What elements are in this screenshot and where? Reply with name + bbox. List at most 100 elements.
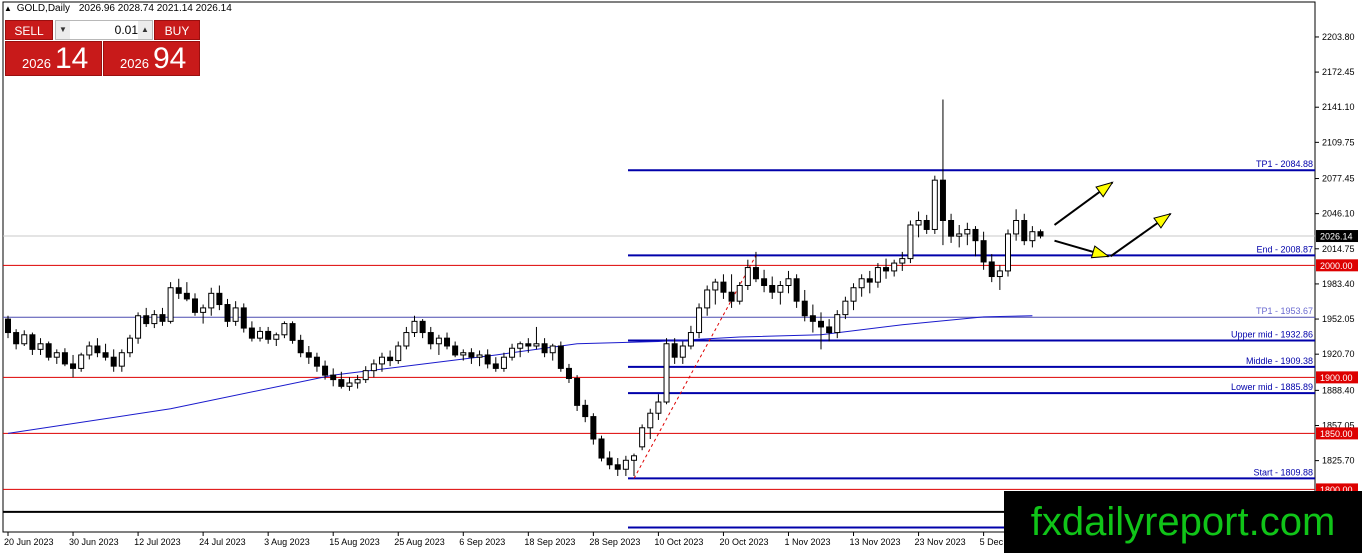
candle-body	[557, 345, 564, 369]
one-click-trading-panel: SELL ▼ ▲ BUY 2026 14 2026 94	[5, 20, 200, 76]
y-tick-label: 1952.05	[1322, 314, 1355, 324]
candle-body	[1037, 231, 1044, 237]
candle-body	[809, 315, 816, 322]
candle-body	[818, 320, 824, 328]
candle-body	[647, 412, 654, 429]
candle-body	[574, 377, 581, 406]
ma-line	[7, 315, 1033, 434]
moving-average	[7, 315, 1033, 434]
candle-body	[183, 292, 190, 300]
candle-body	[744, 267, 751, 286]
candle-body	[468, 352, 475, 358]
candle-body	[484, 354, 491, 365]
candle-body	[13, 332, 20, 345]
time-axis: 20 Jun 2023 30 Jun 2023 12 Jul 2023 24 Jul …	[4, 532, 1026, 547]
candle-body	[411, 320, 418, 334]
buy-price-big: 94	[153, 42, 187, 75]
x-tick-label: 30 Jun 2023	[69, 537, 119, 547]
candle-body	[289, 323, 296, 341]
x-tick-label: 13 Nov 2023	[850, 537, 901, 547]
candle-body	[70, 363, 77, 369]
candle-body	[273, 334, 280, 340]
candle-body	[387, 356, 394, 362]
price-tag-label: 2000.00	[1320, 261, 1353, 271]
triangle-icon: ▲	[4, 4, 12, 13]
sell-price-button[interactable]: 2026 14	[5, 41, 102, 76]
level-label: Start - 1809.88	[1253, 467, 1313, 477]
candle-body	[923, 219, 930, 230]
candle-body	[842, 300, 849, 316]
candle-body	[395, 345, 402, 362]
candle-body	[94, 345, 101, 354]
sell-button[interactable]: SELL	[5, 20, 53, 40]
x-tick-label: 24 Jul 2023	[199, 537, 246, 547]
candle-body	[517, 343, 524, 349]
candle-body	[110, 356, 117, 367]
candle-body	[500, 356, 507, 369]
y-tick-label: 2077.45	[1322, 174, 1355, 184]
lot-size-stepper[interactable]: ▼ ▲	[55, 20, 153, 40]
buy-price-button[interactable]: 2026 94	[103, 41, 200, 76]
x-tick-label: 15 Aug 2023	[329, 537, 380, 547]
candle-body	[899, 258, 906, 264]
candle-body	[53, 352, 60, 358]
candle-body	[785, 278, 792, 286]
candle-body	[191, 298, 198, 313]
candle-body	[891, 262, 898, 272]
candle-body	[370, 363, 377, 372]
candle-body	[21, 334, 28, 345]
candle-body	[533, 343, 540, 347]
x-tick-label: 25 Aug 2023	[394, 537, 445, 547]
y-tick-label: 1983.40	[1322, 279, 1355, 289]
candle-body	[354, 379, 361, 384]
candle-body	[403, 332, 410, 347]
chevron-up-icon[interactable]: ▲	[138, 21, 152, 39]
candle-body	[118, 352, 125, 367]
candle-body	[102, 352, 109, 358]
arrow-head	[1095, 181, 1114, 198]
candle-body	[476, 354, 483, 358]
buy-price-small: 2026	[120, 56, 149, 71]
candle-body	[671, 343, 678, 358]
sell-price-big: 14	[55, 42, 89, 75]
candle-body	[549, 345, 556, 354]
candle-body	[801, 300, 808, 317]
candle-body	[281, 323, 288, 336]
candle-body	[452, 345, 459, 356]
candle-body	[931, 179, 938, 230]
candle-body	[126, 337, 133, 354]
candle-body	[793, 278, 800, 302]
candle-body	[151, 314, 158, 325]
candle-body	[175, 287, 182, 294]
candle-body	[167, 287, 174, 322]
candle-body	[427, 332, 434, 345]
lot-size-input[interactable]	[70, 22, 140, 38]
candle-body	[265, 330, 272, 340]
candle-body	[257, 330, 264, 339]
candle-body	[663, 343, 670, 403]
candle-body	[988, 261, 995, 278]
x-tick-label: 18 Sep 2023	[524, 537, 575, 547]
buy-button[interactable]: BUY	[154, 20, 200, 40]
candle-body	[565, 367, 572, 379]
candle-body	[883, 267, 890, 272]
chevron-down-icon[interactable]: ▼	[56, 21, 70, 39]
candle-body	[704, 289, 711, 309]
candle-body	[606, 457, 613, 466]
x-tick-label: 6 Sep 2023	[459, 537, 505, 547]
x-tick-label: 23 Nov 2023	[915, 537, 966, 547]
candle-body	[850, 287, 857, 302]
candle-body	[858, 278, 865, 289]
level-label: Middle - 1909.38	[1246, 356, 1313, 366]
candle-body	[444, 337, 451, 347]
candle-body	[655, 401, 662, 414]
candle-body	[907, 224, 914, 260]
level-label: Lower mid - 1885.89	[1231, 382, 1313, 392]
price-chart[interactable]: TP1 - 2084.88 End - 2008.87 TP1 - 1953.67 U…	[0, 0, 1362, 553]
candle-body	[313, 356, 320, 367]
chart-area[interactable]: TP1 - 2084.88 End - 2008.87 TP1 - 1953.67 U…	[0, 0, 1362, 553]
candle-body	[29, 334, 36, 350]
level-label: TP1 - 2084.88	[1256, 159, 1313, 169]
candle-body	[866, 278, 873, 283]
candle-body	[37, 343, 44, 350]
